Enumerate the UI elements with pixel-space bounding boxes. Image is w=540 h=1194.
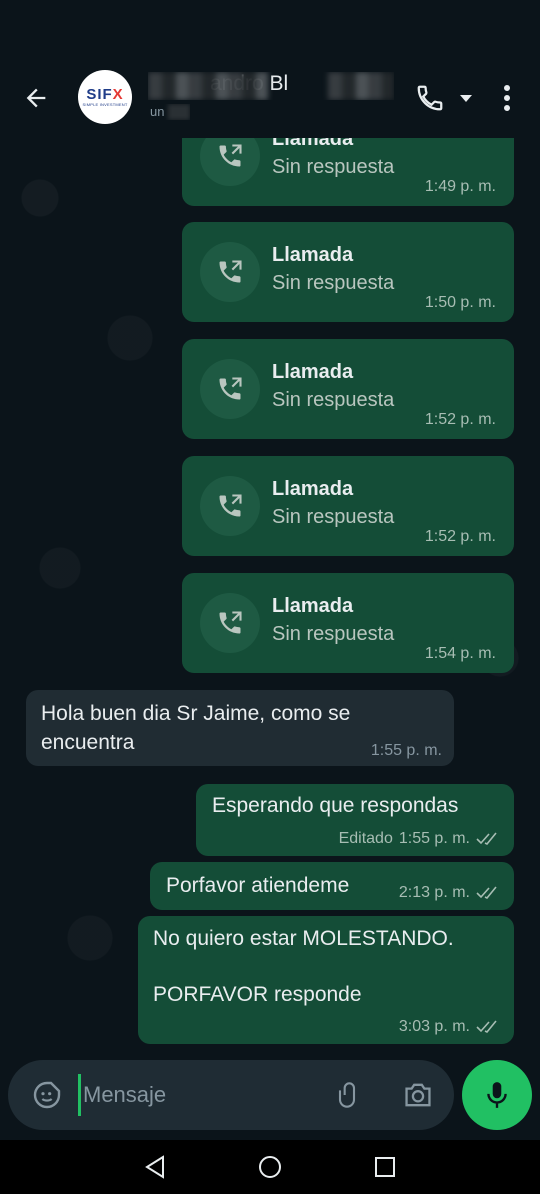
outgoing-message[interactable]: No quiero estar MOLESTANDO. PORFAVOR res… xyxy=(138,916,514,1044)
call-title: Llamada xyxy=(272,244,354,266)
redaction-blur xyxy=(148,72,268,100)
outgoing-message[interactable]: Esperando que respondas Editado 1:55 p. … xyxy=(196,784,514,856)
missed-call-bubble[interactable]: Llamada Sin respuesta 1:54 p. m. xyxy=(182,573,514,673)
missed-call-bubble[interactable]: Llamada Sin respuesta 1:50 p. m. xyxy=(182,222,514,322)
avatar-tagline: SIMPLE INVESTMENT xyxy=(82,101,128,107)
composer-bar xyxy=(0,1058,540,1140)
missed-call-bubble[interactable]: Llamada Sin respuesta 1:52 p. m. xyxy=(182,339,514,439)
missed-call-icon xyxy=(219,144,242,167)
double-check-icon xyxy=(476,832,497,846)
outgoing-message[interactable]: Porfavor atiendeme 2:13 p. m. xyxy=(150,862,514,910)
message-text: No quiero estar MOLESTANDO. xyxy=(153,927,454,950)
call-title: Llamada xyxy=(272,595,354,617)
call-time: 1:52 p. m. xyxy=(424,411,496,428)
message-text: PORFAVOR responde xyxy=(153,983,362,1006)
call-icon-circle xyxy=(200,242,260,302)
back-button[interactable] xyxy=(18,80,54,116)
call-status: Sin respuesta xyxy=(272,389,395,411)
call-status: Sin respuesta xyxy=(272,623,395,645)
attach-button[interactable] xyxy=(328,1076,366,1114)
nav-recents-button[interactable] xyxy=(370,1152,400,1182)
message-time: 1:55 p. m. xyxy=(370,742,442,759)
voice-call-button[interactable] xyxy=(410,78,450,118)
square-recents-icon xyxy=(375,1157,395,1177)
edited-label: Editado xyxy=(338,830,393,847)
more-options-button[interactable] xyxy=(492,78,522,118)
message-text: Hola buen dia Sr Jaime, como se xyxy=(41,702,351,725)
call-icon-circle xyxy=(200,138,260,186)
double-check-icon xyxy=(476,886,497,900)
call-time: 1:50 p. m. xyxy=(424,294,496,311)
contact-subtitle: un xyxy=(150,104,190,120)
status-bar xyxy=(0,0,540,58)
camera-button[interactable] xyxy=(398,1076,438,1114)
phone-icon xyxy=(417,85,443,111)
nav-home-button[interactable] xyxy=(255,1152,285,1182)
call-icon-circle xyxy=(200,359,260,419)
contact-avatar[interactable]: SIFX SIMPLE INVESTMENT xyxy=(78,70,132,124)
call-icon-circle xyxy=(200,476,260,536)
nav-back-button[interactable] xyxy=(140,1152,170,1182)
message-input[interactable] xyxy=(78,1074,318,1116)
missed-call-icon xyxy=(219,494,242,517)
redaction-blur xyxy=(328,72,394,100)
voice-message-button[interactable] xyxy=(462,1060,532,1130)
missed-call-icon xyxy=(219,260,242,283)
contact-name[interactable]: andro Bl xyxy=(148,72,394,100)
call-time: 1:52 p. m. xyxy=(424,528,496,545)
chat-header: SIFX SIMPLE INVESTMENT andro Bl un xyxy=(0,58,540,138)
message-meta: Editado 1:55 p. m. xyxy=(339,830,500,848)
call-time: 1:54 p. m. xyxy=(424,645,496,662)
call-options-button[interactable] xyxy=(454,82,478,114)
avatar-logo: SIFX xyxy=(86,85,124,103)
microphone-icon xyxy=(487,1082,507,1108)
message-text: Porfavor atiendeme xyxy=(166,874,350,897)
redaction-blur xyxy=(168,104,190,120)
missed-call-icon xyxy=(219,377,242,400)
call-status: Sin respuesta xyxy=(272,272,395,294)
message-text: encuentra xyxy=(41,731,135,754)
caret-down-icon xyxy=(460,95,472,102)
call-title: Llamada xyxy=(272,478,354,500)
camera-icon xyxy=(405,1083,431,1107)
more-vertical-icon xyxy=(504,85,510,111)
call-time: 1:49 p. m. xyxy=(424,178,496,195)
incoming-message[interactable]: Hola buen dia Sr Jaime, como se encuentr… xyxy=(26,690,454,766)
double-check-icon xyxy=(476,1020,497,1034)
circle-home-icon xyxy=(259,1156,281,1178)
message-meta: 2:13 p. m. xyxy=(399,884,500,902)
call-title: Llamada xyxy=(272,361,354,383)
message-text: Esperando que respondas xyxy=(212,794,459,817)
missed-call-bubble[interactable]: Llamada Sin respuesta 1:49 p. m. xyxy=(182,138,514,206)
arrow-left-icon xyxy=(26,88,46,108)
message-list[interactable]: Llamada Sin respuesta 1:49 p. m. Llamada… xyxy=(0,138,540,1058)
message-time: 3:03 p. m. xyxy=(398,1018,470,1035)
message-meta: 3:03 p. m. xyxy=(399,1018,500,1036)
call-title: Llamada xyxy=(272,138,354,150)
call-status: Sin respuesta xyxy=(272,506,395,528)
message-time: 1:55 p. m. xyxy=(398,830,470,847)
message-time: 2:13 p. m. xyxy=(398,884,470,901)
triangle-back-icon xyxy=(145,1155,164,1179)
missed-call-bubble[interactable]: Llamada Sin respuesta 1:52 p. m. xyxy=(182,456,514,556)
call-icon-circle xyxy=(200,593,260,653)
sticker-smile-icon xyxy=(33,1081,61,1109)
paperclip-icon xyxy=(338,1082,356,1108)
call-status: Sin respuesta xyxy=(272,156,395,178)
sticker-button[interactable] xyxy=(28,1076,66,1114)
system-nav-bar xyxy=(0,1140,540,1194)
missed-call-icon xyxy=(219,611,242,634)
composer-pill xyxy=(8,1060,454,1130)
